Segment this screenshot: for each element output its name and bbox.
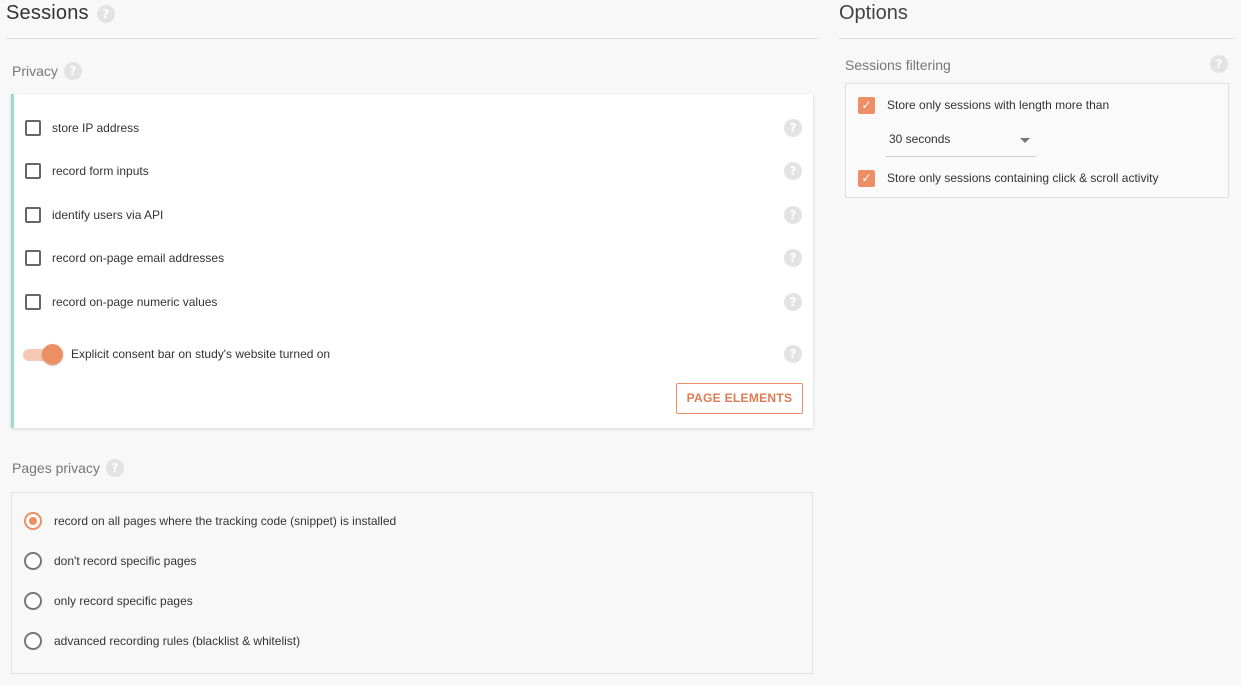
privacy-option-label: record on-page email addresses (52, 251, 225, 265)
sessions-title-group: Sessions ? (6, 2, 115, 25)
pages-option-dont-record[interactable]: don't record specific pages (12, 549, 812, 573)
privacy-option-identify-users[interactable]: identify users via API ? (14, 203, 813, 227)
radio-button[interactable] (24, 512, 42, 530)
page-elements-button[interactable]: PAGE ELEMENTS (676, 383, 803, 414)
filter-activity-label: Store only sessions containing click & s… (887, 171, 1159, 185)
help-icon[interactable]: ? (63, 62, 82, 80)
divider (839, 38, 1235, 39)
options-title: Options (839, 2, 908, 24)
privacy-card: store IP address ? record form inputs ? … (11, 94, 813, 428)
privacy-option-label: store IP address (52, 121, 140, 135)
privacy-option-store-ip[interactable]: store IP address ? (14, 116, 813, 140)
filter-min-length-row[interactable]: ✓ Store only sessions with length more t… (846, 93, 1228, 117)
sessions-filtering-card: ✓ Store only sessions with length more t… (845, 83, 1229, 198)
pages-option-label: record on all pages where the tracking c… (54, 514, 397, 528)
consent-toggle-label: Explicit consent bar on study's website … (71, 347, 331, 361)
pages-privacy-title-group: Pages privacy ? (12, 459, 124, 477)
help-icon[interactable]: ? (784, 206, 802, 224)
privacy-option-numeric-values[interactable]: record on-page numeric values ? (14, 290, 813, 314)
help-icon[interactable]: ? (1210, 55, 1228, 73)
consent-toggle-row[interactable]: Explicit consent bar on study's website … (14, 342, 813, 366)
privacy-option-form-inputs[interactable]: record form inputs ? (14, 159, 813, 183)
checkmark-icon[interactable]: ✓ (858, 169, 875, 187)
toggle-knob (42, 344, 63, 365)
pages-option-label: only record specific pages (54, 594, 193, 608)
consent-toggle[interactable] (23, 343, 65, 365)
privacy-title: Privacy (12, 63, 58, 79)
radio-button[interactable] (24, 632, 42, 650)
help-icon[interactable]: ? (96, 4, 115, 23)
pages-option-only-record[interactable]: only record specific pages (12, 589, 812, 613)
privacy-option-label: identify users via API (52, 208, 164, 222)
help-icon[interactable]: ? (784, 249, 802, 267)
divider (6, 38, 819, 39)
filter-activity-row[interactable]: ✓ Store only sessions containing click &… (846, 166, 1228, 190)
help-icon[interactable]: ? (784, 293, 802, 311)
privacy-title-group: Privacy ? (12, 62, 82, 80)
pages-option-label: advanced recording rules (blacklist & wh… (54, 634, 301, 648)
radio-button[interactable] (24, 552, 42, 570)
pages-privacy-title: Pages privacy (12, 460, 100, 476)
privacy-option-label: record form inputs (52, 164, 149, 178)
checkbox[interactable] (25, 120, 41, 136)
help-icon[interactable]: ? (784, 162, 802, 180)
radio-button[interactable] (24, 592, 42, 610)
checkbox[interactable] (25, 294, 41, 310)
checkmark-icon[interactable]: ✓ (858, 96, 875, 114)
privacy-option-email-addresses[interactable]: record on-page email addresses ? (14, 246, 813, 270)
privacy-option-label: record on-page numeric values (52, 295, 218, 309)
pages-option-label: don't record specific pages (54, 554, 197, 568)
help-icon[interactable]: ? (784, 345, 802, 363)
sessions-filtering-title: Sessions filtering (845, 57, 951, 73)
min-length-value: 30 seconds (889, 132, 951, 146)
help-icon[interactable]: ? (105, 459, 124, 477)
pages-privacy-card: record on all pages where the tracking c… (11, 492, 813, 674)
pages-option-all[interactable]: record on all pages where the tracking c… (12, 509, 812, 533)
filter-min-length-label: Store only sessions with length more tha… (887, 98, 1110, 112)
sessions-title: Sessions (6, 2, 89, 24)
help-icon[interactable]: ? (784, 119, 802, 137)
checkbox[interactable] (25, 207, 41, 223)
checkbox[interactable] (25, 163, 41, 179)
pages-option-advanced[interactable]: advanced recording rules (blacklist & wh… (12, 629, 812, 653)
triangle-down-icon (1020, 138, 1030, 143)
checkbox[interactable] (25, 250, 41, 266)
min-length-select[interactable]: 30 seconds (886, 126, 1036, 157)
